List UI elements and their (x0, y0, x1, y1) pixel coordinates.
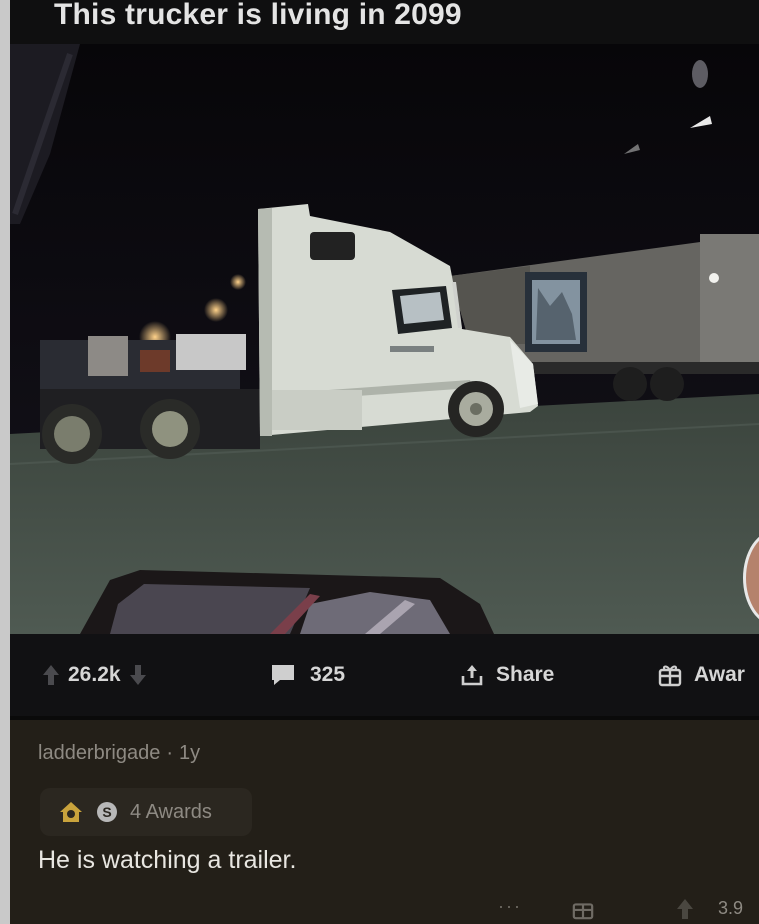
svg-text:S: S (102, 804, 111, 820)
arrow-up-icon[interactable] (676, 898, 694, 920)
meta-separator: · (166, 742, 173, 764)
screen: This trucker is living in 2099 26.2k 325… (0, 0, 759, 924)
post-title[interactable]: This trucker is living in 2099 (54, 0, 462, 32)
comments-button[interactable]: 325 (270, 660, 345, 690)
more-options-button[interactable]: ··· (498, 896, 522, 917)
share-button[interactable]: Share (460, 660, 554, 690)
comment: ladderbrigade · 1y S 4 Awards He is watchi… (10, 720, 759, 924)
comment-author[interactable]: ladderbrigade (38, 742, 160, 764)
arrow-down-icon[interactable] (129, 664, 147, 686)
comment-text: He is watching a trailer. (38, 846, 297, 874)
awards-count: 4 Awards (130, 800, 212, 823)
gift-icon (658, 665, 682, 687)
truck-photo (10, 44, 759, 634)
house-award-icon (60, 802, 82, 822)
post-image[interactable] (10, 44, 759, 634)
comment-score: 3.9 (718, 898, 744, 918)
comment-bubble-icon (272, 665, 294, 685)
awards-badge[interactable]: S 4 Awards (40, 788, 252, 836)
post-header: This trucker is living in 2099 (10, 0, 759, 44)
screen-edge (0, 0, 10, 924)
share-label: Share (496, 663, 555, 686)
vote-control: 26.2k (42, 660, 147, 690)
gift-icon[interactable] (572, 898, 594, 920)
comment-meta: ladderbrigade · 1y (38, 742, 200, 765)
share-icon (461, 665, 483, 686)
post-action-bar: 26.2k 325 Share Awar (10, 634, 759, 720)
arrow-up-icon[interactable] (42, 664, 60, 686)
upvote-count: 26.2k (68, 663, 121, 686)
comment-actions: ··· 3.9 (10, 896, 759, 924)
comment-age: 1y (179, 742, 201, 764)
comment-count: 325 (310, 663, 346, 686)
award-label: Awar (694, 663, 745, 686)
silver-award-icon: S (97, 802, 117, 822)
award-button[interactable]: Awar (658, 660, 745, 690)
